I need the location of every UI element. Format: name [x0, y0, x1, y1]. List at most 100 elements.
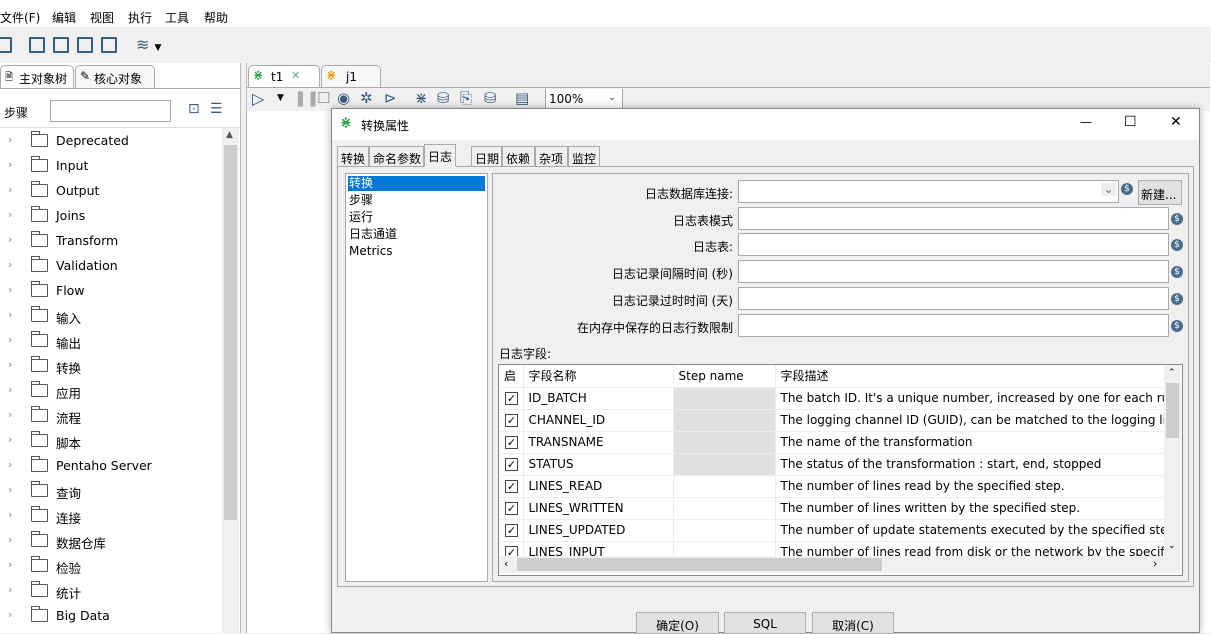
- tree-item[interactable]: › 流程: [0, 403, 220, 428]
- tree-item[interactable]: › Input: [0, 153, 220, 178]
- field-name-cell[interactable]: TRANSNAME: [523, 431, 674, 454]
- ok-button[interactable]: 确定(O): [636, 612, 719, 634]
- save-as-icon[interactable]: [101, 37, 117, 53]
- tree-item[interactable]: › 转换: [0, 353, 220, 378]
- enabled-checkbox[interactable]: ✓: [505, 436, 518, 449]
- tree-item[interactable]: › 输出: [0, 328, 220, 353]
- field-description-cell[interactable]: The number of update statements executed…: [775, 519, 1165, 542]
- log-type-item[interactable]: 运行: [348, 210, 485, 225]
- tab-j1[interactable]: ⋇ j1: [321, 65, 381, 87]
- stop-icon[interactable]: ☐: [317, 89, 330, 107]
- new-connection-button[interactable]: 新建...: [1138, 180, 1182, 205]
- header-enabled[interactable]: 启: [499, 365, 524, 388]
- chevron-right-icon[interactable]: ›: [8, 333, 12, 346]
- header-step-name[interactable]: Step name: [673, 365, 776, 388]
- new-file-icon[interactable]: [0, 37, 12, 53]
- header-field-description[interactable]: 字段描述: [775, 365, 1165, 388]
- tree-item[interactable]: › Pentaho Server: [0, 453, 220, 478]
- enabled-checkbox-cell[interactable]: ✓: [499, 497, 524, 520]
- enabled-checkbox-cell[interactable]: ✓: [499, 387, 524, 410]
- chevron-right-icon[interactable]: ›: [8, 458, 12, 471]
- tree-item[interactable]: › 连接: [0, 503, 220, 528]
- log-type-item[interactable]: Metrics: [348, 244, 485, 259]
- log-type-list[interactable]: 转换 步骤 运行 日志通道 Metrics: [345, 173, 488, 582]
- field-description-cell[interactable]: The name of the transformation: [775, 431, 1165, 454]
- chevron-right-icon[interactable]: ›: [8, 358, 12, 371]
- chevron-right-icon[interactable]: ›: [8, 608, 12, 621]
- field-description-cell[interactable]: The number of lines read by the specifie…: [775, 475, 1165, 498]
- field-input[interactable]: [738, 260, 1169, 283]
- tree-scrollbar[interactable]: ▲: [222, 128, 239, 633]
- chevron-right-icon[interactable]: ›: [8, 583, 12, 596]
- chevron-right-icon[interactable]: ›: [8, 283, 12, 296]
- chevron-right-icon[interactable]: ›: [8, 483, 12, 496]
- dialog-tab[interactable]: 转换: [337, 146, 369, 167]
- tree-item[interactable]: › 数据仓库: [0, 528, 220, 553]
- enabled-checkbox-cell[interactable]: ✓: [499, 519, 524, 542]
- table-row[interactable]: ✓ LINES_WRITTEN The number of lines writte…: [499, 497, 1165, 520]
- tree-item[interactable]: › 检验: [0, 553, 220, 578]
- field-input[interactable]: [738, 287, 1169, 310]
- menu-help[interactable]: 帮助: [204, 9, 228, 26]
- field-input[interactable]: [738, 207, 1169, 230]
- menu-run[interactable]: 执行: [128, 9, 152, 26]
- dialog-tab[interactable]: 依赖: [502, 146, 535, 167]
- chevron-right-icon[interactable]: ›: [8, 233, 12, 246]
- enabled-checkbox[interactable]: ✓: [505, 502, 518, 515]
- chevron-right-icon[interactable]: ›: [8, 508, 12, 521]
- chevron-right-icon[interactable]: ›: [8, 308, 12, 321]
- cancel-button[interactable]: 取消(C): [812, 612, 894, 634]
- enabled-checkbox[interactable]: ✓: [505, 524, 518, 537]
- tree-item[interactable]: › Deprecated: [0, 128, 220, 153]
- tree-item[interactable]: › Transform: [0, 228, 220, 253]
- field-name-cell[interactable]: LINES_READ: [523, 475, 674, 498]
- enabled-checkbox-cell[interactable]: ✓: [499, 409, 524, 432]
- tree-item[interactable]: › 脚本: [0, 428, 220, 453]
- sql-icon[interactable]: ⎘: [460, 89, 472, 107]
- explore-db-icon[interactable]: ⛁: [484, 89, 497, 107]
- tree-item[interactable]: › Validation: [0, 253, 220, 278]
- field-description-cell[interactable]: The status of the transformation : start…: [775, 453, 1165, 476]
- chevron-right-icon[interactable]: ›: [8, 183, 12, 196]
- field-name-cell[interactable]: STATUS: [523, 453, 674, 476]
- sql-button[interactable]: SQL: [724, 612, 806, 634]
- step-name-cell[interactable]: [673, 497, 776, 520]
- enabled-checkbox[interactable]: ✓: [505, 480, 518, 493]
- menu-view[interactable]: 视图: [90, 9, 114, 26]
- maximize-button[interactable]: ☐: [1124, 114, 1137, 130]
- field-name-cell[interactable]: ID_BATCH: [523, 387, 674, 410]
- replay-icon[interactable]: ⊳: [384, 89, 397, 107]
- pause-icon[interactable]: ❚❚: [294, 89, 319, 107]
- table-row[interactable]: ✓ TRANSNAME The name of the transformation: [499, 431, 1165, 454]
- tree-item[interactable]: › 统计: [0, 578, 220, 603]
- chevron-right-icon[interactable]: ›: [8, 158, 12, 171]
- close-tab-icon[interactable]: ✕: [291, 69, 300, 82]
- enabled-checkbox[interactable]: ✓: [505, 392, 518, 405]
- enabled-checkbox-cell[interactable]: ✓: [499, 453, 524, 476]
- impact-icon[interactable]: ⛁: [437, 89, 450, 107]
- enabled-checkbox[interactable]: ✓: [505, 414, 518, 427]
- step-search-input[interactable]: [50, 100, 171, 122]
- log-db-connection-select[interactable]: ⌄: [738, 180, 1119, 203]
- step-name-cell[interactable]: [673, 475, 776, 498]
- run-dropdown-icon[interactable]: ▼: [277, 93, 284, 103]
- dialog-tab[interactable]: 杂项: [535, 146, 568, 167]
- header-field-name[interactable]: 字段名称: [523, 365, 674, 388]
- table-horizontal-scrollbar[interactable]: ‹ ›: [499, 556, 1181, 573]
- dialog-tab[interactable]: 日志: [424, 144, 456, 167]
- field-description-cell[interactable]: The number of lines written by the speci…: [775, 497, 1165, 520]
- tree-item[interactable]: › Big Data: [0, 603, 220, 628]
- log-type-item[interactable]: 步骤: [348, 193, 485, 208]
- verify-icon[interactable]: ⋇: [415, 89, 428, 107]
- dialog-tab[interactable]: 日期: [471, 146, 502, 167]
- run-icon[interactable]: ▷: [252, 89, 264, 108]
- dialog-tab[interactable]: 监控: [568, 146, 600, 167]
- tree-item[interactable]: › Joins: [0, 203, 220, 228]
- table-vertical-scrollbar[interactable]: ⌃ ⌄: [1164, 365, 1181, 556]
- table-row[interactable]: ✓ LINES_UPDATED The number of update state…: [499, 519, 1165, 542]
- field-name-cell[interactable]: CHANNEL_ID: [523, 409, 674, 432]
- close-button[interactable]: ✕: [1170, 114, 1182, 130]
- chevron-right-icon[interactable]: ›: [8, 133, 12, 146]
- step-name-cell[interactable]: [673, 431, 776, 454]
- tab-t1[interactable]: ⋇ t1 ✕: [248, 65, 320, 87]
